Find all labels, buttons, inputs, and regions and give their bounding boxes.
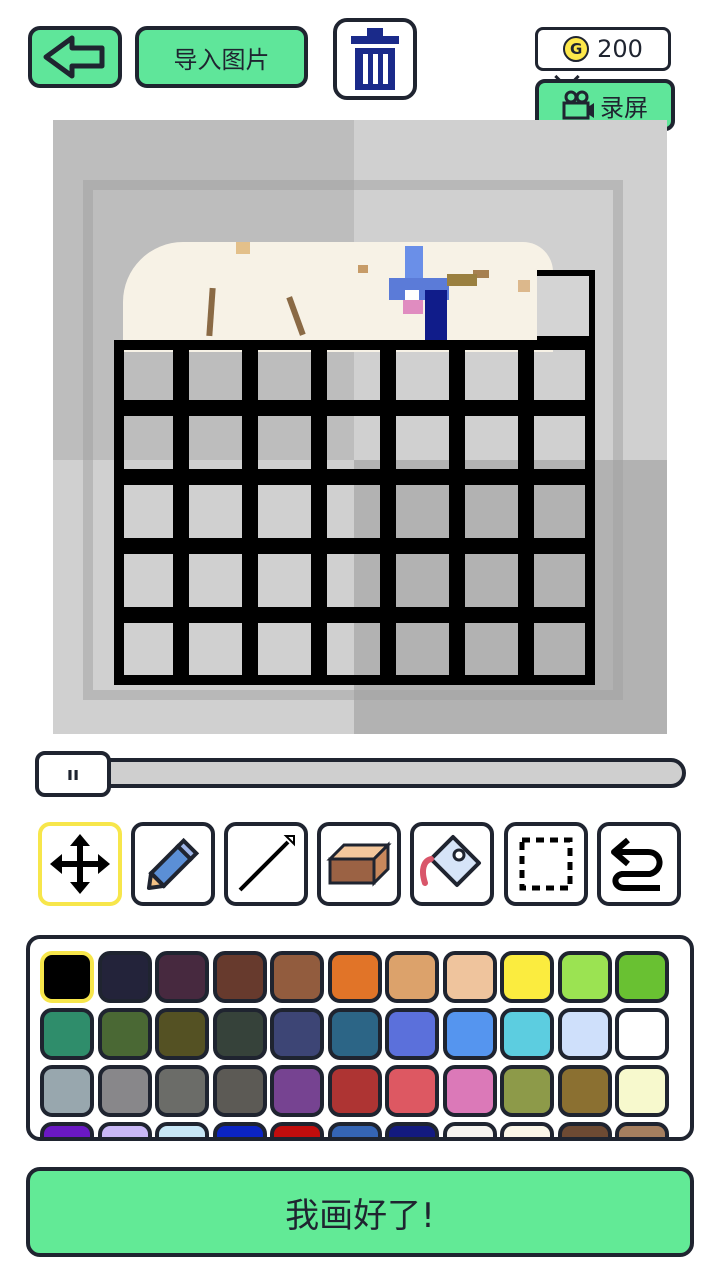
fill-tool-button[interactable] bbox=[410, 822, 494, 906]
import-image-label: 导入图片 bbox=[173, 45, 270, 74]
color-swatch[interactable] bbox=[442, 1008, 497, 1060]
pixel-figure bbox=[403, 300, 423, 314]
color-swatch[interactable] bbox=[327, 1122, 382, 1137]
color-swatch[interactable] bbox=[40, 951, 94, 1003]
color-swatch[interactable] bbox=[40, 1065, 94, 1117]
pixel-grid bbox=[114, 340, 595, 685]
color-swatch[interactable] bbox=[500, 1122, 554, 1137]
camera-icon bbox=[562, 90, 594, 120]
color-swatch[interactable] bbox=[270, 951, 324, 1003]
color-swatch[interactable] bbox=[615, 1008, 669, 1060]
color-swatch[interactable] bbox=[40, 1122, 94, 1137]
color-swatch[interactable] bbox=[155, 1065, 209, 1117]
color-swatch[interactable] bbox=[385, 951, 439, 1003]
color-swatch[interactable] bbox=[327, 951, 382, 1003]
move-arrows-icon bbox=[50, 834, 110, 894]
color-swatch[interactable] bbox=[557, 1065, 612, 1117]
undo-icon bbox=[611, 837, 663, 891]
color-swatch[interactable] bbox=[557, 1122, 612, 1137]
color-swatch[interactable] bbox=[97, 951, 152, 1003]
color-swatch[interactable] bbox=[500, 951, 554, 1003]
trash-button[interactable] bbox=[333, 18, 417, 100]
select-tool-button[interactable] bbox=[504, 822, 588, 906]
pixel-outline bbox=[537, 270, 595, 342]
color-swatch[interactable] bbox=[442, 1065, 497, 1117]
line-tool-button[interactable] bbox=[224, 822, 308, 906]
color-swatch[interactable] bbox=[385, 1008, 439, 1060]
pixel-speck bbox=[518, 280, 530, 292]
color-swatch[interactable] bbox=[615, 1122, 669, 1137]
color-swatch[interactable] bbox=[557, 951, 612, 1003]
color-swatch[interactable] bbox=[212, 951, 267, 1003]
pixel-art-cream-shape bbox=[123, 242, 553, 352]
color-swatch[interactable] bbox=[442, 951, 497, 1003]
color-swatch[interactable] bbox=[500, 1008, 554, 1060]
color-swatch[interactable] bbox=[270, 1008, 324, 1060]
back-button[interactable] bbox=[28, 26, 122, 88]
color-swatch[interactable] bbox=[212, 1008, 267, 1060]
pixel-figure bbox=[447, 274, 477, 286]
slider-handle-grip: ıı bbox=[66, 763, 80, 785]
pencil-tool-button[interactable] bbox=[131, 822, 215, 906]
coin-count: 200 bbox=[597, 35, 643, 63]
record-label: 录屏 bbox=[600, 93, 648, 122]
color-swatch[interactable] bbox=[385, 1065, 439, 1117]
color-swatch[interactable] bbox=[557, 1008, 612, 1060]
color-swatch[interactable] bbox=[327, 1008, 382, 1060]
coin-icon: G bbox=[563, 36, 590, 62]
import-image-button[interactable]: 导入图片 bbox=[135, 26, 308, 88]
color-palette bbox=[26, 935, 694, 1141]
color-swatch[interactable] bbox=[327, 1065, 382, 1117]
paint-bucket-icon bbox=[420, 835, 481, 887]
color-swatch[interactable] bbox=[270, 1122, 324, 1137]
color-swatch[interactable] bbox=[155, 1008, 209, 1060]
coin-counter: G 200 bbox=[535, 27, 671, 71]
pencil-icon bbox=[146, 837, 200, 891]
done-button[interactable]: 我画好了! bbox=[26, 1167, 694, 1257]
eraser-icon bbox=[326, 841, 392, 887]
color-swatch[interactable] bbox=[212, 1122, 267, 1137]
color-swatch[interactable] bbox=[212, 1065, 267, 1117]
pixel-figure bbox=[425, 290, 447, 344]
selection-icon bbox=[519, 837, 573, 891]
color-swatch[interactable] bbox=[500, 1065, 554, 1117]
color-swatch[interactable] bbox=[40, 1008, 94, 1060]
color-swatch[interactable] bbox=[270, 1065, 324, 1117]
color-swatch[interactable] bbox=[155, 1122, 209, 1137]
trash-icon bbox=[351, 28, 399, 90]
done-label: 我画好了! bbox=[285, 1195, 435, 1236]
color-swatch[interactable] bbox=[615, 1065, 669, 1117]
undo-button[interactable] bbox=[597, 822, 681, 906]
color-swatch[interactable] bbox=[97, 1008, 152, 1060]
color-swatch[interactable] bbox=[97, 1122, 152, 1137]
brush-size-slider[interactable] bbox=[36, 758, 686, 788]
eraser-tool-button[interactable] bbox=[317, 822, 401, 906]
line-icon bbox=[238, 835, 295, 892]
color-swatch[interactable] bbox=[97, 1065, 152, 1117]
slider-handle[interactable]: ıı bbox=[35, 751, 111, 797]
move-tool-button[interactable] bbox=[38, 822, 122, 906]
color-swatch[interactable] bbox=[442, 1122, 497, 1137]
color-swatch[interactable] bbox=[155, 951, 209, 1003]
color-swatch[interactable] bbox=[385, 1122, 439, 1137]
pixel-speck bbox=[358, 265, 368, 273]
color-swatch[interactable] bbox=[615, 951, 669, 1003]
drawing-canvas[interactable] bbox=[53, 120, 667, 734]
left-arrow-icon bbox=[43, 35, 105, 79]
pixel-speck bbox=[236, 242, 250, 254]
